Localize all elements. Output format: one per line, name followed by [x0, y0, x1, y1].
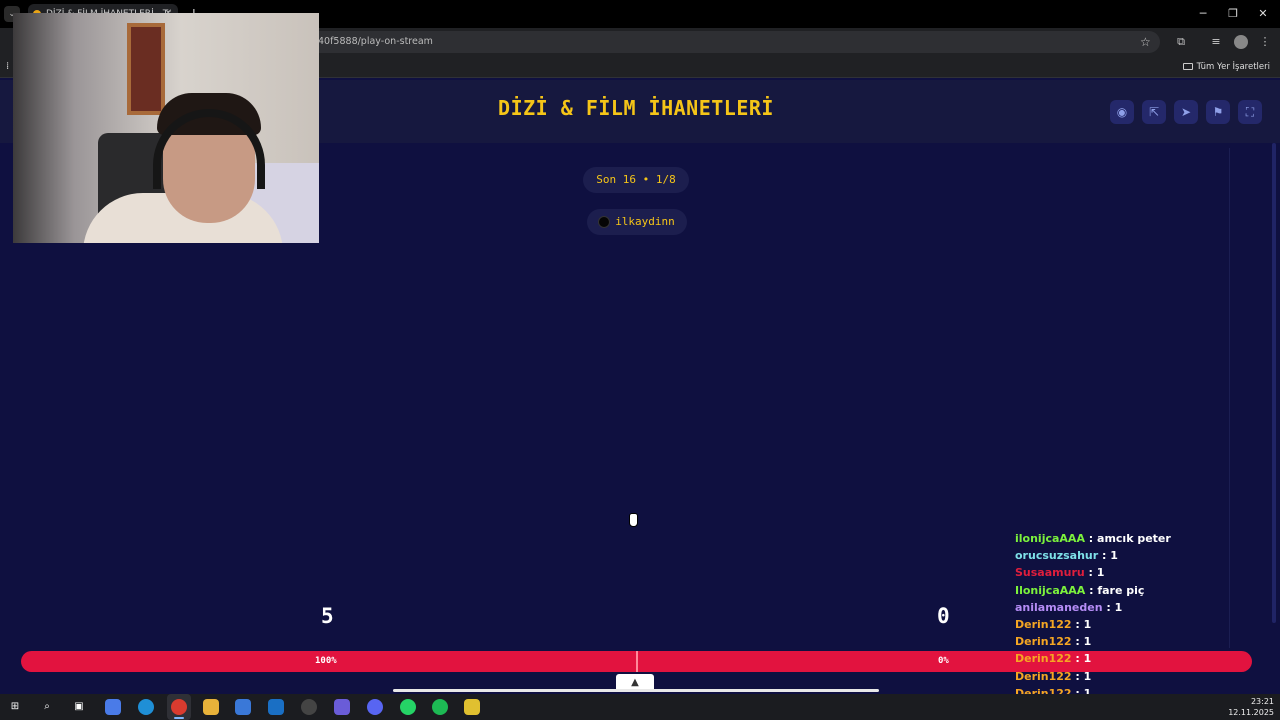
eye-icon[interactable]: ◉	[1110, 100, 1134, 124]
chat-separator: :	[1071, 617, 1084, 631]
store-icon[interactable]	[235, 699, 251, 715]
whatsapp-icon[interactable]	[400, 699, 416, 715]
chat-text: fare piç	[1097, 583, 1145, 597]
clock-date: 12.11.2025	[1228, 708, 1274, 717]
chat-username: orucsuzsahur	[1015, 549, 1099, 563]
wall-frame	[127, 23, 165, 115]
player-username: ilkaydinn	[615, 215, 675, 228]
file-explorer-icon[interactable]	[203, 699, 219, 715]
fullscreen-icon[interactable]: ⛶	[1238, 100, 1262, 124]
left-percent-label: 100%	[315, 656, 337, 666]
chat-message: Derin122 : 1	[1015, 668, 1255, 685]
chat-username: Derin122	[1015, 669, 1072, 683]
chat-separator: :	[1098, 549, 1111, 563]
chat-text: 1	[1083, 652, 1092, 666]
chat-message: ilonijcaAAA : amcık peter	[1015, 530, 1255, 547]
share-icon[interactable]: ⇱	[1142, 100, 1166, 124]
windows-taskbar: ⊞ ⌕ ▣ 23:21 12.11.2025	[0, 694, 1280, 720]
sticky-notes-icon[interactable]	[464, 699, 480, 715]
left-score: 5	[321, 604, 334, 628]
menu-kebab-icon[interactable]: ⋮	[1258, 35, 1272, 49]
chat-message: Derin122 : 1	[1015, 650, 1255, 667]
chat-message: Derin122 : 1	[1015, 616, 1255, 633]
chat-separator: :	[1071, 635, 1084, 649]
system-clock[interactable]: 23:21 12.11.2025	[1228, 696, 1274, 718]
chat-separator: :	[1085, 583, 1098, 597]
right-score: 0	[937, 604, 950, 628]
chat-overlay: ilonijcaAAA : amcık peter orucsuzsahur : …	[1015, 530, 1255, 719]
url-text: 40f5888/play-on-stream	[318, 36, 433, 47]
bookmark-star-icon[interactable]: ☆	[1140, 31, 1151, 53]
chat-text: 1	[1083, 635, 1092, 649]
chat-username: Derin122	[1015, 617, 1072, 631]
chat-text: 1	[1083, 669, 1092, 683]
search-icon[interactable]: ⌕	[39, 699, 55, 715]
spotify-icon[interactable]	[432, 699, 448, 715]
chat-username: Susaamuru	[1015, 566, 1085, 580]
folder-icon	[1182, 63, 1193, 70]
chat-separator: :	[1102, 600, 1115, 614]
chat-message: Susaamuru : 1	[1015, 564, 1255, 581]
windows-start-icon[interactable]: ⊞	[7, 699, 23, 715]
all-bookmarks-label: Tüm Yer İşaretleri	[1196, 62, 1270, 72]
maximize-button[interactable]: ❐	[1223, 4, 1243, 24]
chat-text: 1	[1114, 600, 1123, 614]
chrome-icon[interactable]	[171, 699, 187, 715]
discord-icon[interactable]	[367, 699, 383, 715]
edge-icon[interactable]	[138, 699, 154, 715]
app-icon[interactable]	[334, 699, 350, 715]
chat-text: 1	[1096, 566, 1105, 580]
chat-message: Derin122 : 1	[1015, 633, 1255, 650]
scrollbar[interactable]	[1272, 143, 1276, 623]
webcam-overlay	[13, 13, 319, 243]
flag-icon[interactable]: ⚑	[1206, 100, 1230, 124]
minimize-button[interactable]: ─	[1193, 4, 1213, 24]
round-indicator: Son 16 • 1/8	[583, 167, 689, 193]
all-bookmarks-button[interactable]: Tüm Yer İşaretleri	[1182, 56, 1270, 78]
mouse-cursor-icon	[629, 513, 638, 527]
chat-separator: :	[1071, 652, 1084, 666]
chat-separator: :	[1084, 566, 1097, 580]
avatar	[598, 216, 610, 228]
chat-message: anilamaneden : 1	[1015, 599, 1255, 616]
close-window-button[interactable]: ✕	[1253, 4, 1273, 24]
chat-username: anilamaneden	[1015, 600, 1103, 614]
chat-text: 1	[1083, 617, 1092, 631]
chat-message: IlonijcaAAA : fare piç	[1015, 582, 1255, 599]
chat-text: amcık peter	[1097, 532, 1171, 545]
right-percent-label: 0%	[938, 656, 949, 666]
task-view-icon[interactable]: ▣	[71, 699, 87, 715]
profile-avatar[interactable]	[1234, 35, 1248, 49]
chat-username: IlonijcaAAA	[1015, 583, 1086, 597]
chat-username: Derin122	[1015, 652, 1072, 666]
bottom-panel-handle[interactable]	[393, 689, 879, 692]
progress-divider	[636, 651, 638, 672]
chat-username: Derin122	[1015, 635, 1072, 649]
apps-icon[interactable]: ⁞	[6, 60, 9, 74]
chat-message: orucsuzsahur : 1	[1015, 547, 1255, 564]
chat-text: 1	[1110, 549, 1118, 563]
extensions-icon[interactable]: ⧉	[1174, 35, 1188, 49]
chat-separator: :	[1071, 669, 1084, 683]
outlook-icon[interactable]	[268, 699, 284, 715]
chat-username: ilonijcaAAA	[1015, 532, 1085, 545]
media-control-icon[interactable]: ≡	[1209, 35, 1223, 49]
copilot-icon[interactable]	[105, 699, 121, 715]
address-bar[interactable]: 40f5888/play-on-stream	[300, 31, 1160, 53]
player-badge: ilkaydinn	[587, 209, 687, 235]
send-icon[interactable]: ➤	[1174, 100, 1198, 124]
clock-time: 23:21	[1250, 697, 1274, 706]
chat-separator: :	[1084, 532, 1098, 545]
obs-icon[interactable]	[301, 699, 317, 715]
